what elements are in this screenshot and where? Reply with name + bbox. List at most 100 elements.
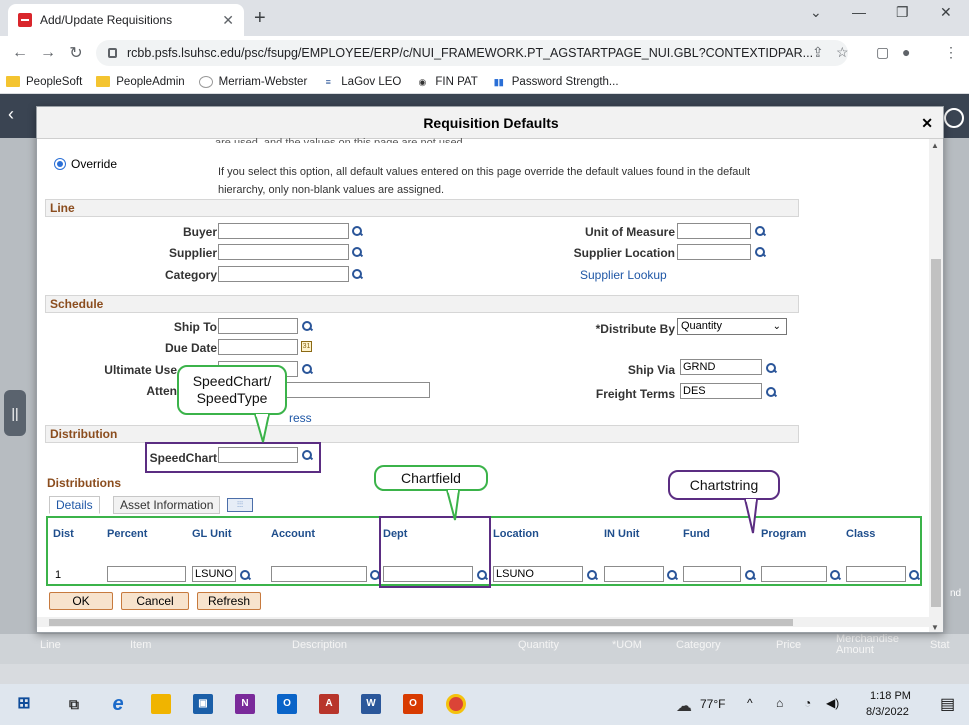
- dept-highlight-box: [379, 516, 491, 588]
- access-icon[interactable]: A: [319, 694, 339, 714]
- refresh-button[interactable]: Refresh: [197, 592, 261, 610]
- navbar-icon[interactable]: [944, 108, 964, 128]
- word-icon[interactable]: W: [361, 694, 381, 714]
- hscroll-thumb[interactable]: [49, 619, 793, 626]
- wifi-icon[interactable]: ◔: [804, 696, 811, 710]
- supplier-location-lookup-icon[interactable]: [754, 246, 766, 258]
- bookmark-password-strength[interactable]: ▮▮ Password Strength...: [492, 76, 619, 88]
- supplier-lookup-link[interactable]: Supplier Lookup: [580, 268, 667, 282]
- buyer-label: Buyer: [182, 225, 217, 239]
- supplier-location-label: Supplier Location: [573, 246, 675, 260]
- tab-details[interactable]: Details: [49, 496, 100, 514]
- ship-to-field[interactable]: [218, 318, 298, 334]
- calendar-icon[interactable]: 31: [301, 341, 312, 352]
- browser-tabstrip: Add/Update Requisitions ✕ + ⌄ — ❐ ✕: [0, 0, 969, 36]
- speedchart-highlight-box: [145, 442, 321, 473]
- outlook-app-icon[interactable]: ▣: [193, 694, 213, 714]
- profile-icon[interactable]: ●: [902, 44, 910, 60]
- bookmark-fin-pat[interactable]: ◉ FIN PAT: [415, 76, 477, 88]
- uom-field[interactable]: [677, 223, 751, 239]
- file-explorer-icon[interactable]: [151, 694, 171, 714]
- bookmark-peopleadmin[interactable]: PeopleAdmin: [96, 76, 185, 88]
- address-bar[interactable]: rcbb.psfs.lsuhsc.edu/psc/fsupg/EMPLOYEE/…: [96, 40, 848, 66]
- volume-icon[interactable]: ◀): [826, 696, 839, 710]
- outlook-icon[interactable]: O: [277, 694, 297, 714]
- menu-icon[interactable]: ⋮: [944, 44, 958, 61]
- tab-title: Add/Update Requisitions: [40, 13, 173, 27]
- modal-horizontal-scrollbar[interactable]: [37, 617, 931, 627]
- chartfield-callout-pointer: [445, 490, 461, 521]
- bar-chart-icon: ▮▮: [493, 76, 504, 87]
- modal-vertical-scrollbar[interactable]: ▲ ▼: [929, 139, 943, 632]
- requisition-defaults-modal: Requisition Defaults ✕ ▲ ▼ are used, and…: [36, 106, 944, 633]
- attention-field[interactable]: [280, 382, 430, 398]
- override-radio[interactable]: Override: [54, 157, 117, 171]
- notifications-icon[interactable]: ▤: [940, 694, 955, 714]
- weather-icon[interactable]: ☁: [676, 696, 692, 716]
- internet-explorer-icon[interactable]: e: [108, 694, 128, 714]
- ship-to-lookup-icon[interactable]: [301, 320, 313, 332]
- tab-asset-information[interactable]: Asset Information: [113, 496, 221, 514]
- peoplesoft-favicon-icon: [18, 13, 32, 27]
- tray-chevron-icon[interactable]: ^: [747, 696, 753, 710]
- onenote-icon[interactable]: N: [235, 694, 255, 714]
- distribute-by-select[interactable]: Quantity ⌄: [677, 318, 787, 335]
- window-close-icon[interactable]: ✕: [940, 4, 952, 21]
- lagov-icon: ≡: [325, 76, 331, 87]
- show-all-columns-icon[interactable]: ⫶⫶⫶: [227, 498, 253, 512]
- line-section-header: Line: [45, 199, 799, 217]
- ship-via-field[interactable]: GRND: [680, 359, 762, 375]
- address-link[interactable]: ress: [289, 411, 312, 425]
- back-icon[interactable]: ←: [6, 44, 34, 62]
- close-tab-icon[interactable]: ✕: [222, 12, 234, 29]
- supplier-lookup-icon[interactable]: [351, 246, 363, 258]
- office-icon[interactable]: O: [403, 694, 423, 714]
- side-panel-handle[interactable]: ||: [4, 390, 26, 436]
- supplier-location-field[interactable]: [677, 244, 751, 260]
- category-lookup-icon[interactable]: [351, 268, 363, 280]
- chrome-icon[interactable]: [446, 694, 466, 714]
- category-label: Category: [164, 268, 217, 282]
- scroll-up-icon[interactable]: ▲: [931, 141, 939, 150]
- ok-button[interactable]: OK: [49, 592, 113, 610]
- restore-icon[interactable]: ❐: [896, 4, 909, 21]
- tab-search-icon[interactable]: ⌄: [810, 4, 822, 21]
- radio-selected-icon[interactable]: [54, 158, 66, 170]
- due-date-field[interactable]: [218, 339, 298, 355]
- ultimate-use-label: Ultimate Use: [104, 363, 177, 377]
- modal-title: Requisition Defaults: [37, 107, 943, 139]
- forward-icon[interactable]: →: [34, 44, 62, 62]
- supplier-field[interactable]: [218, 244, 349, 260]
- ship-via-lookup-icon[interactable]: [765, 362, 777, 374]
- distribute-by-label: *Distribute By: [595, 322, 675, 336]
- share-icon[interactable]: ⇪: [812, 44, 824, 61]
- scroll-down-icon[interactable]: ▼: [931, 623, 939, 632]
- bookmark-peoplesoft[interactable]: PeopleSoft: [6, 76, 82, 88]
- cancel-button[interactable]: Cancel: [121, 592, 189, 610]
- task-view-icon[interactable]: ⧉: [64, 694, 84, 714]
- minimize-icon[interactable]: —: [852, 4, 866, 20]
- buyer-field[interactable]: [218, 223, 349, 239]
- uom-label: Unit of Measure: [584, 225, 675, 239]
- bookmark-lagov-leo[interactable]: ≡ LaGov LEO: [321, 76, 402, 88]
- side-panel-icon[interactable]: ▢: [876, 44, 889, 61]
- weather-temp: 77°F: [700, 697, 726, 711]
- modal-close-icon[interactable]: ✕: [921, 107, 933, 139]
- back-chevron-icon[interactable]: ‹: [0, 104, 22, 132]
- uom-lookup-icon[interactable]: [754, 225, 766, 237]
- override-description: If you select this option, all default v…: [218, 166, 751, 196]
- category-field[interactable]: [218, 266, 349, 282]
- bookmark-star-icon[interactable]: ☆: [836, 44, 849, 61]
- network-icon[interactable]: ⌂: [776, 696, 783, 710]
- ultimate-use-lookup-icon[interactable]: [301, 363, 313, 375]
- new-tab-icon[interactable]: +: [254, 7, 266, 30]
- bookmark-merriam-webster[interactable]: Merriam-Webster: [198, 75, 307, 88]
- supplier-label: Supplier: [168, 246, 217, 260]
- freight-terms-field[interactable]: DES: [680, 383, 762, 399]
- scroll-thumb[interactable]: [931, 259, 941, 607]
- browser-tab[interactable]: Add/Update Requisitions ✕: [8, 4, 244, 36]
- freight-terms-lookup-icon[interactable]: [765, 386, 777, 398]
- windows-start-icon[interactable]: ⊞: [14, 694, 34, 714]
- buyer-lookup-icon[interactable]: [351, 225, 363, 237]
- reload-icon[interactable]: ↻: [62, 43, 90, 63]
